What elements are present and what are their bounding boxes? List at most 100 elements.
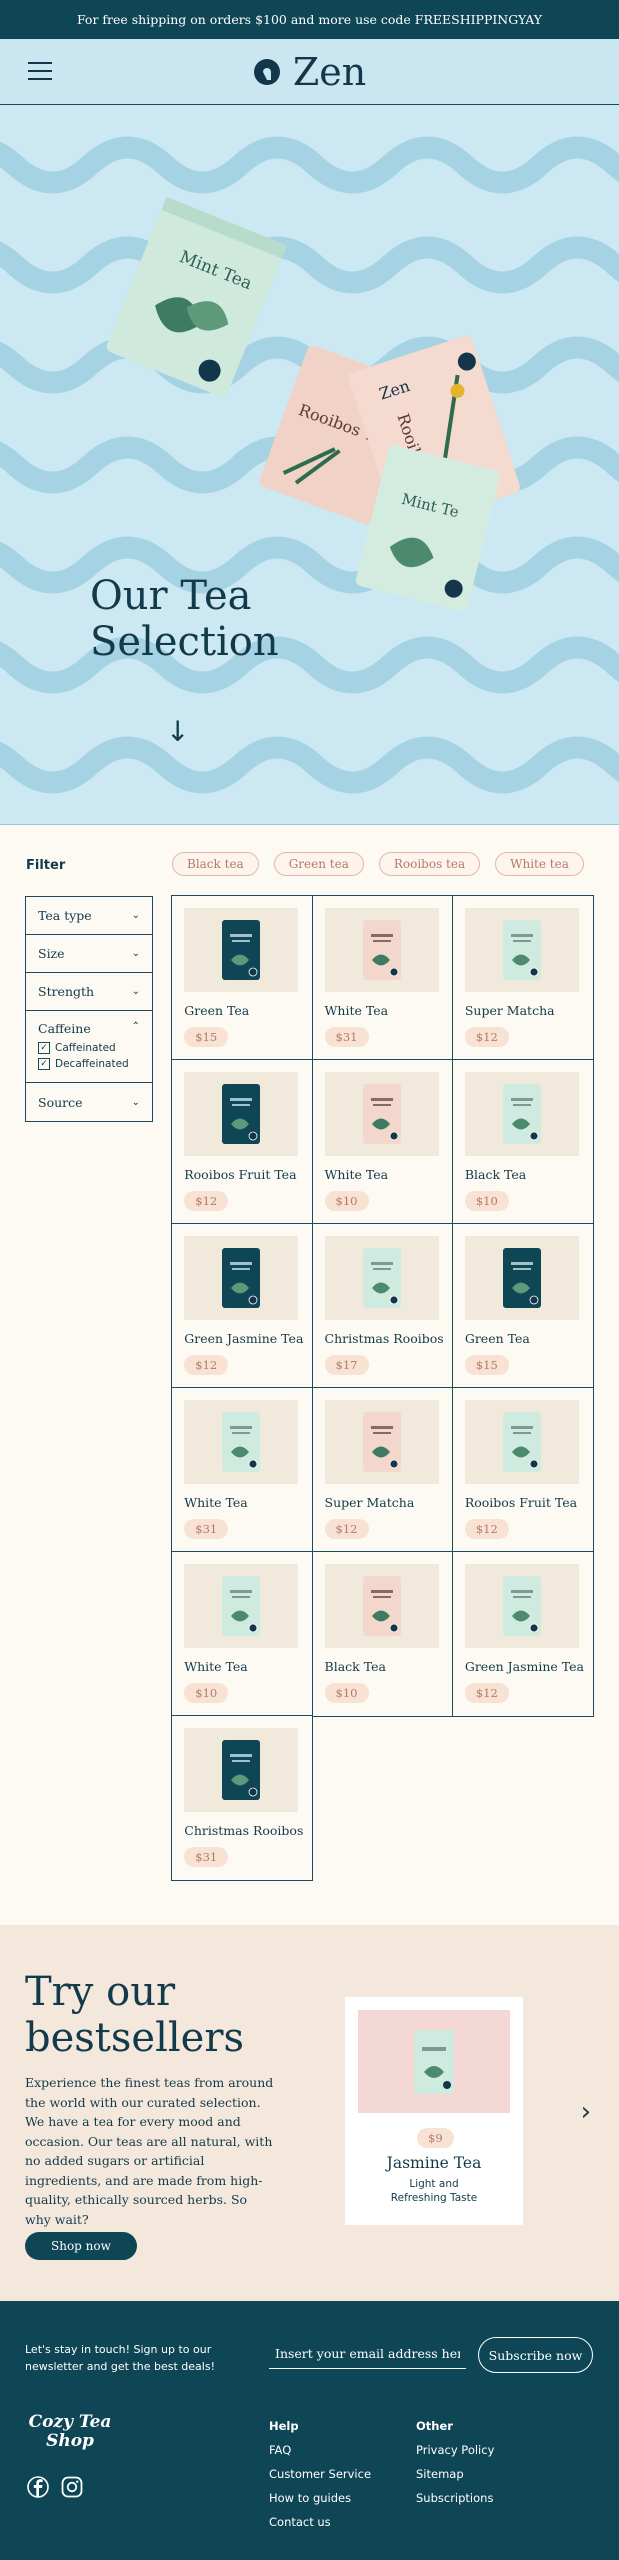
newsletter-text: Let's stay in touch! Sign up to our news… bbox=[25, 2343, 215, 2373]
chip-rooibos-tea[interactable]: Rooibos tea bbox=[378, 852, 481, 876]
product-price: $10 bbox=[464, 1191, 509, 1212]
product-name: Christmas Rooibos bbox=[184, 1823, 304, 1839]
product-price: $31 bbox=[184, 1519, 229, 1540]
tea-pouch-icon bbox=[362, 1412, 401, 1473]
featured-product-card[interactable]: $9 Jasmine Tea Light and Refreshing Tast… bbox=[345, 1997, 523, 2225]
footer-link-how-to-guides[interactable]: How to guides bbox=[269, 2491, 371, 2505]
carousel-next-icon[interactable]: › bbox=[581, 2097, 591, 2127]
product-price: $15 bbox=[184, 1027, 229, 1048]
product-name: White Tea bbox=[184, 1495, 248, 1511]
tea-pouch-icon bbox=[222, 1740, 261, 1801]
product-card[interactable]: Christmas Rooibos $31 bbox=[171, 1715, 314, 1881]
product-card[interactable]: White Tea $10 bbox=[311, 1059, 454, 1225]
tea-pouch-icon bbox=[222, 920, 261, 981]
product-image bbox=[464, 1072, 579, 1157]
logo[interactable]: Zen bbox=[253, 50, 366, 94]
product-image bbox=[184, 1728, 299, 1813]
checkbox-checked-icon: ✓ bbox=[38, 1058, 50, 1070]
product-card[interactable]: White Tea $31 bbox=[171, 1387, 314, 1553]
product-card[interactable]: Black Tea $10 bbox=[451, 1059, 594, 1225]
featured-subtitle: Light and Refreshing Taste bbox=[390, 2178, 478, 2204]
product-image bbox=[184, 1400, 299, 1485]
product-price: $17 bbox=[324, 1355, 369, 1376]
filter-size[interactable]: Size ⌄ bbox=[26, 935, 152, 973]
footer-link-contact-us[interactable]: Contact us bbox=[269, 2515, 371, 2529]
product-name: Super Matcha bbox=[324, 1495, 415, 1511]
tea-pouch-icon bbox=[222, 1412, 261, 1473]
product-card[interactable]: Green Tea $15 bbox=[171, 895, 314, 1061]
product-image bbox=[464, 1236, 579, 1321]
product-image bbox=[184, 1072, 299, 1157]
product-card[interactable]: Christmas Rooibos $17 bbox=[311, 1223, 454, 1389]
footer-other-column: Other Privacy Policy Sitemap Subscriptio… bbox=[416, 2419, 495, 2505]
product-image bbox=[184, 1236, 299, 1321]
featured-name: Jasmine Tea bbox=[386, 2154, 482, 2172]
checkbox-caffeinated[interactable]: ✓ Caffeinated bbox=[38, 1042, 140, 1054]
product-card[interactable]: Super Matcha $12 bbox=[311, 1387, 454, 1553]
facebook-icon[interactable] bbox=[27, 2476, 49, 2498]
product-card[interactable]: Green Jasmine Tea $12 bbox=[171, 1223, 314, 1389]
scroll-down-arrow-icon[interactable]: ↓ bbox=[166, 715, 189, 748]
product-image bbox=[324, 1400, 439, 1485]
product-grid: Green Tea $15 White Tea $31 Super Matcha $12 R… bbox=[171, 895, 594, 1881]
chip-white-tea[interactable]: White tea bbox=[495, 852, 584, 876]
product-name: White Tea bbox=[324, 1167, 389, 1183]
chevron-down-icon: ⌄ bbox=[131, 910, 140, 921]
footer-link-subscriptions[interactable]: Subscriptions bbox=[416, 2491, 494, 2505]
chevron-down-icon: ⌄ bbox=[131, 948, 140, 959]
product-card[interactable]: Rooibos Fruit Tea $12 bbox=[171, 1059, 314, 1225]
filter-tea-type[interactable]: Tea type ⌄ bbox=[26, 897, 152, 935]
tea-pouch-icon bbox=[222, 1248, 261, 1309]
product-image bbox=[324, 908, 439, 993]
product-card[interactable]: Black Tea $10 bbox=[311, 1551, 454, 1717]
product-name: Green Jasmine Tea bbox=[464, 1659, 584, 1675]
product-card[interactable]: White Tea $31 bbox=[311, 895, 454, 1061]
filter-caffeine-header[interactable]: Caffeine ⌃ bbox=[38, 1021, 140, 1036]
hero-section: Mint Tea Rooibos Tea Zen Rooibos Tea Min… bbox=[0, 105, 619, 825]
bestsellers-title: Try our bestsellers bbox=[25, 1969, 244, 2061]
subscribe-button[interactable]: Subscribe now bbox=[478, 2337, 593, 2373]
footer-link-sitemap[interactable]: Sitemap bbox=[416, 2467, 494, 2481]
chip-black-tea[interactable]: Black tea bbox=[172, 852, 259, 876]
product-card[interactable]: Green Tea $15 bbox=[451, 1223, 594, 1389]
footer-link-privacy-policy[interactable]: Privacy Policy bbox=[416, 2443, 494, 2457]
shop-section: Filter Black tea Green tea Rooibos tea W… bbox=[0, 825, 619, 1925]
footer-link-faq[interactable]: FAQ bbox=[269, 2443, 371, 2457]
product-image bbox=[324, 1072, 439, 1157]
site-header: Zen bbox=[0, 39, 619, 105]
product-card[interactable]: Rooibos Fruit Tea $12 bbox=[451, 1387, 594, 1553]
category-chips: Black tea Green tea Rooibos tea White te… bbox=[172, 852, 584, 876]
featured-product-image bbox=[358, 2010, 510, 2113]
instagram-icon[interactable] bbox=[61, 2476, 83, 2498]
chip-green-tea[interactable]: Green tea bbox=[273, 852, 364, 876]
mint-tea-pouch-right: Mint Te bbox=[355, 445, 501, 612]
product-name: Rooibos Fruit Tea bbox=[184, 1167, 297, 1183]
email-input[interactable] bbox=[269, 2339, 466, 2369]
product-card[interactable]: White Tea $10 bbox=[171, 1551, 314, 1717]
chevron-up-icon: ⌃ bbox=[131, 1021, 140, 1032]
tea-pouch-icon bbox=[362, 1248, 401, 1309]
product-price: $12 bbox=[464, 1027, 509, 1048]
promo-text: For free shipping on orders $100 and mor… bbox=[76, 12, 543, 27]
menu-icon[interactable] bbox=[28, 62, 52, 80]
shop-now-button[interactable]: Shop now bbox=[25, 2232, 137, 2260]
product-name: Rooibos Fruit Tea bbox=[464, 1495, 578, 1511]
product-image bbox=[324, 1564, 439, 1649]
tea-pouch-icon bbox=[502, 1084, 541, 1145]
product-name: White Tea bbox=[324, 1003, 389, 1019]
filter-source[interactable]: Source ⌄ bbox=[26, 1083, 152, 1121]
tea-pouch-icon bbox=[222, 1576, 261, 1637]
product-image bbox=[464, 908, 579, 993]
footer-link-customer-service[interactable]: Customer Service bbox=[269, 2467, 371, 2481]
tea-pouch-icon bbox=[502, 1248, 541, 1309]
checkbox-decaffeinated[interactable]: ✓ Decaffeinated bbox=[38, 1058, 140, 1070]
tea-pouch-icon bbox=[362, 920, 401, 981]
product-card[interactable]: Super Matcha $12 bbox=[451, 895, 594, 1061]
footer-logo[interactable]: Cozy Tea Shop bbox=[25, 2413, 115, 2451]
product-name: White Tea bbox=[184, 1659, 248, 1675]
product-name: Christmas Rooibos bbox=[324, 1331, 444, 1347]
product-card[interactable]: Green Jasmine Tea $12 bbox=[451, 1551, 594, 1717]
filter-caffeine: Caffeine ⌃ ✓ Caffeinated ✓ Decaffeinated bbox=[26, 1011, 152, 1083]
site-footer: Let's stay in touch! Sign up to our news… bbox=[0, 2301, 619, 2560]
filter-strength[interactable]: Strength ⌄ bbox=[26, 973, 152, 1011]
